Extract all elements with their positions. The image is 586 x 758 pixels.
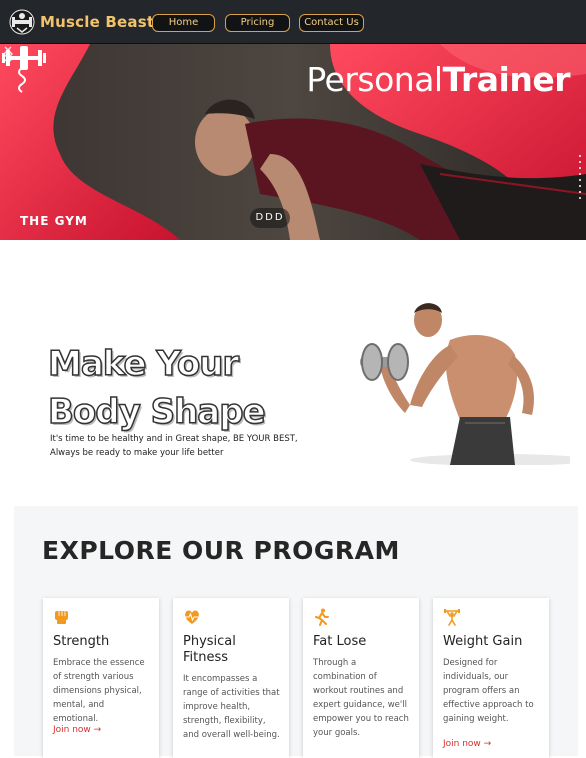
card-desc-line: strength, flexibility, [183,716,266,726]
card-desc-line: and overall well-being. [183,730,280,740]
card-description: Through a combination of workout routine… [313,656,411,740]
card-desc-line: individuals, our [443,672,509,682]
card-desc-line: your goals. [313,728,361,738]
card-description: Embrace the essence of strength various … [53,656,151,726]
card-desc-line: It encompasses a [183,674,258,684]
card-desc-line: improve health, [183,702,251,712]
card-title-line: Fitness [183,650,229,665]
card-title-line: Physical [183,634,236,649]
card-title: Fat Lose [313,634,367,649]
bodybuilder-image [300,295,570,465]
body-shape-title: Make Your Body Shape [47,340,266,436]
body-shape-section: Make Your Body Shape It's time to be hea… [0,240,586,502]
card-desc-line: effective approach to [443,700,534,710]
nav-pricing-button[interactable]: Pricing [225,14,290,32]
body-shape-title-line1: Make Your [47,343,240,385]
brand[interactable]: Muscle Beast [8,8,154,36]
card-desc-line: gaining weight. [443,714,509,724]
gym-logo-text: THE GYM [20,214,88,228]
navbar: Muscle Beast Home Pricing Contact Us [0,0,586,44]
card-desc-line: of strength various [53,672,134,682]
card-desc-line: range of activities that [183,688,280,698]
program-card-fat-lose[interactable]: Fat Lose Through a combination of workou… [303,598,419,758]
brand-name: Muscle Beast [40,13,155,31]
card-desc-line: dimensions physical, [53,686,142,696]
card-description: Designed for individuals, our program of… [443,656,541,726]
body-shape-desc-line1: It's time to be healthy and in Great sha… [50,434,298,444]
card-title: Physical Fitness [183,634,236,666]
carousel-indicator[interactable]: DDD [250,208,290,228]
card-desc-line: program offers an [443,686,520,696]
nav-home-button[interactable]: Home [152,14,215,32]
card-desc-line: combination of [313,672,377,682]
hero-title-light: Personal [306,60,443,99]
join-now-link[interactable]: Join now → [53,725,101,735]
hero-title: PersonalTrainer [306,60,570,99]
hero-carousel: PersonalTrainer THE GYM DDD [0,44,586,240]
running-icon [315,608,329,626]
card-desc-line: Through a [313,658,357,668]
program-card-strength[interactable]: Strength Embrace the essence of strength… [43,598,159,758]
program-card-physical-fitness[interactable]: Physical Fitness It encompasses a range … [173,598,289,758]
program-title: EXPLORE OUR PROGRAM [42,536,400,565]
body-shape-desc-line2: Always be ready to make your life better [50,448,224,458]
card-title: Weight Gain [443,634,523,649]
program-section: EXPLORE OUR PROGRAM Strength Embrace the… [14,506,578,758]
program-card-weight-gain[interactable]: Weight Gain Designed for individuals, ou… [433,598,549,758]
nav-contact-button[interactable]: Contact Us [299,14,364,32]
card-description: It encompasses a range of activities tha… [183,672,281,742]
heartbeat-icon [185,610,199,624]
weightlifter-icon [444,609,460,626]
card-desc-line: workout routines and [313,686,404,696]
card-desc-line: expert guidance, we'll [313,700,407,710]
card-desc-line: Designed for [443,658,498,668]
dumbbell-icon [2,46,46,70]
hero-title-bold: Trainer [442,60,571,99]
gym-logo-icon [9,9,35,35]
card-desc-line: Embrace the essence [53,658,145,668]
fist-icon [55,611,68,624]
card-desc-line: empower you to reach [313,714,409,724]
card-desc-line: mental, and emotional. [53,700,105,724]
body-shape-title-line2: Body Shape [47,391,266,433]
card-title: Strength [53,634,110,649]
join-now-link[interactable]: Join now → [443,739,491,749]
body-shape-description: It's time to be healthy and in Great sha… [50,432,300,460]
